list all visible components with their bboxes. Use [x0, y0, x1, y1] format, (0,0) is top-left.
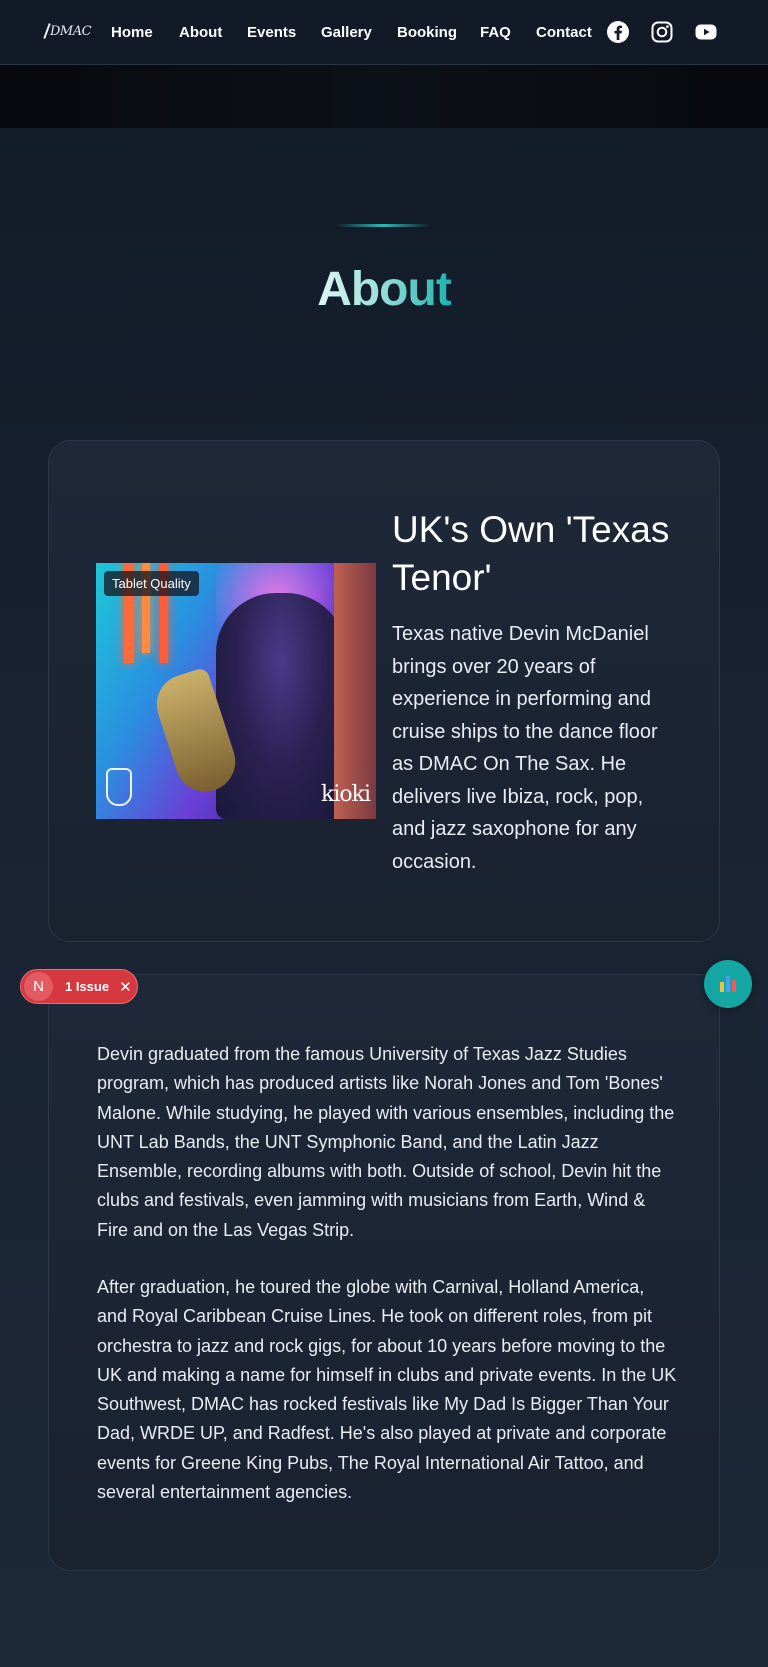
intro-text: Texas native Devin McDaniel brings over … — [392, 623, 658, 873]
image-watermark: kioki — [321, 782, 371, 807]
tiki-mask-logo — [106, 768, 132, 806]
site-logo[interactable]: DMAC — [43, 18, 96, 44]
issue-count-label[interactable]: 1 Issue — [65, 979, 109, 994]
issue-indicator[interactable]: N 1 Issue ✕ — [20, 969, 138, 1004]
bio-paragraph: Devin graduated from the famous Universi… — [97, 1044, 675, 1240]
nav-link-faq[interactable]: FAQ — [480, 22, 511, 44]
analytics-fab-button[interactable] — [704, 960, 752, 1008]
nav-link-gallery[interactable]: Gallery — [321, 22, 372, 44]
image-quality-badge: Tablet Quality — [104, 571, 199, 596]
logo-text: DMAC — [50, 23, 92, 39]
hero-band — [0, 65, 768, 128]
chart-bar-icon — [726, 976, 730, 992]
chart-bar-icon — [720, 982, 724, 992]
close-icon[interactable]: ✕ — [119, 978, 132, 996]
nav-link-booking[interactable]: Booking — [397, 22, 457, 44]
background-pillar — [334, 563, 376, 819]
nav-link-contact[interactable]: Contact — [536, 22, 592, 44]
chart-bar-icon — [732, 980, 736, 992]
facebook-icon[interactable] — [606, 20, 630, 44]
nav-link-home[interactable]: Home — [111, 22, 153, 44]
instagram-icon[interactable] — [650, 20, 674, 44]
title-accent-line — [336, 224, 430, 227]
bio-paragraph: After graduation, he toured the globe wi… — [97, 1277, 677, 1503]
top-navigation: DMAC Home About Events Gallery Booking F… — [0, 0, 768, 65]
page-title: About — [317, 263, 452, 316]
intro-heading: UK's Own 'Texas Tenor' — [392, 509, 670, 598]
nextjs-icon: N — [24, 972, 53, 1001]
nav-link-events[interactable]: Events — [247, 22, 296, 44]
performer-photo: kioki — [96, 563, 376, 819]
nav-link-about[interactable]: About — [179, 22, 222, 44]
youtube-icon[interactable] — [694, 20, 718, 44]
